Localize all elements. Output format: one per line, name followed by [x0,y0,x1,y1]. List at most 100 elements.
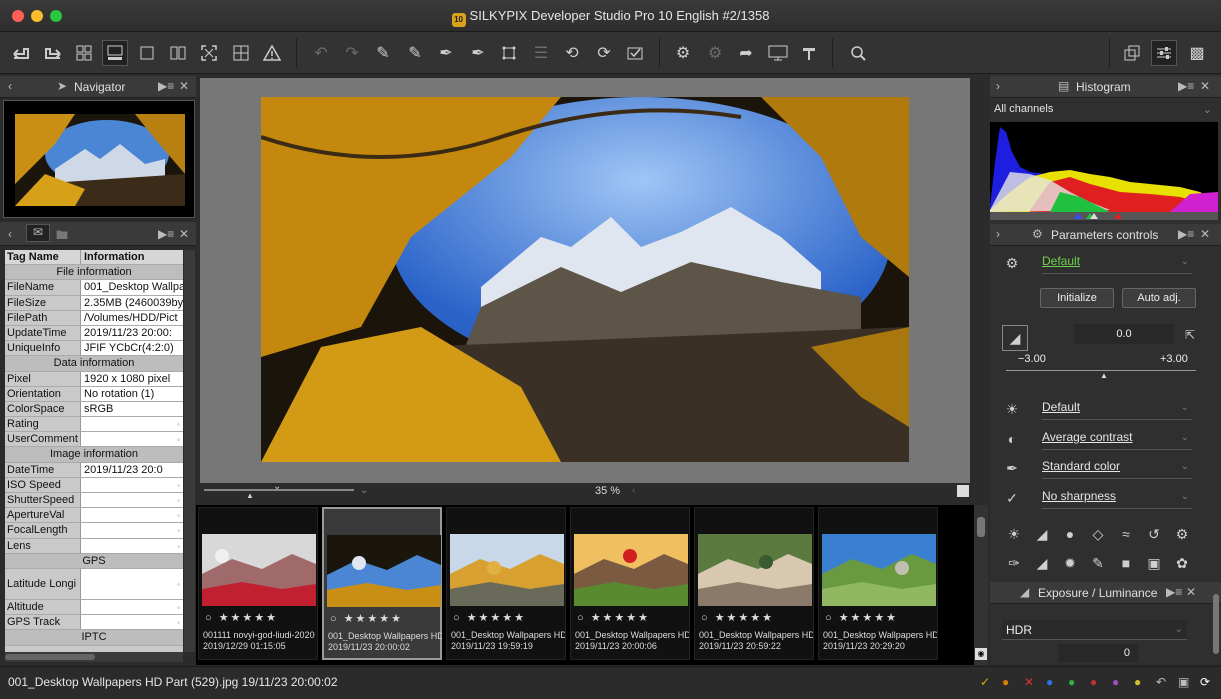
panel-close-icon[interactable]: ✕ [179,79,189,93]
exposure-value-field[interactable]: 0.0 [1074,324,1174,344]
filmstrip-option-icon[interactable]: ◉ [975,648,987,660]
eraser-icon[interactable]: ✒ [465,40,491,66]
rating-stars[interactable]: ○ ★★★★★ [825,611,898,624]
sync-icon[interactable]: ⟳ [1200,675,1210,689]
rating-stars[interactable]: ○ ★★★★★ [330,612,403,625]
filmstrip-thumbnail[interactable]: ○ ★★★★★ 001_Desktop Wallpapers HD P 2019/1… [694,507,814,660]
noise-icon[interactable]: ≈ [1116,524,1136,544]
exif-row[interactable]: FilePath/Volumes/HDD/Pict [5,310,183,326]
redo-icon[interactable]: ↷ [339,40,365,66]
exif-row[interactable]: Altitude ◦ [5,599,183,616]
search-image-icon[interactable] [845,40,871,66]
exif-row[interactable]: ColorSpace sRGB [5,401,183,418]
exif-row[interactable]: FileSize 2.35MB (2460039by [5,295,183,311]
sun-icon[interactable]: ☀ [1002,399,1022,419]
sliders-icon[interactable] [1151,40,1177,66]
exif-section-header[interactable]: Data information [5,356,183,372]
exif-row[interactable]: Orientation No rotation (1) [5,386,183,402]
edit-field-icon[interactable]: ◦ [177,615,180,629]
stamp-icon[interactable]: ▩ [1184,40,1210,66]
panel-menu-icon[interactable]: ▶≡ [158,79,174,93]
panel-menu-icon[interactable]: ▶≡ [158,227,174,241]
edit-field-icon[interactable]: ◦ [177,417,180,431]
exif-row[interactable]: Latitude Longi ◦ [5,568,183,600]
exif-row[interactable]: Lens ◦ [5,538,183,554]
exif-row[interactable]: DateTime 2019/11/23 20:0 [5,462,183,478]
fish-eye-icon[interactable]: ✹ [1060,553,1080,573]
exposure-icon[interactable]: ◢ [1002,325,1028,351]
rotate-right-icon[interactable]: ⟳ [591,40,617,66]
exif-section-header[interactable]: GPS [5,553,183,569]
fullscreen-icon[interactable] [196,40,222,66]
exif-row[interactable]: FileName 001_Desktop Wallpa [5,280,183,296]
filmstrip-scrollbar[interactable]: ◉ [974,505,988,665]
batch-develop-icon[interactable]: ⚙ [702,40,728,66]
hdr-select[interactable]: HDR ⌄ [1002,620,1187,640]
color-dropper-icon[interactable]: ✒ [1002,458,1022,478]
sharpness-select[interactable]: No sharpness ⌄ [1042,489,1192,509]
check-icon[interactable] [622,40,648,66]
green-label-icon[interactable]: ● [1068,675,1075,689]
white-balance-select[interactable]: Default ⌄ [1042,400,1192,420]
undo-icon[interactable]: ↶ [308,40,334,66]
back-arrow-icon[interactable] [8,40,34,66]
blue-label-icon[interactable]: ● [1046,675,1053,689]
pen-icon[interactable]: ✎ [1088,553,1108,573]
gear-tool-icon[interactable]: ⚙ [1172,524,1192,544]
wb-tool-icon[interactable]: ☀ [1004,524,1024,544]
exif-row[interactable]: UserComment ◦ [5,432,183,448]
exif-section-header[interactable]: IPTC [5,630,183,646]
zoom-dropdown-icon[interactable]: ⌄ [360,485,368,496]
color-select[interactable]: Standard color ⌄ [1042,459,1192,479]
panel-menu-icon[interactable]: ▶≡ [1166,585,1182,599]
rating-stars[interactable]: ○ ★★★★★ [701,611,774,624]
exif-tab-icon[interactable]: ✉ [26,224,50,242]
paste-params-icon[interactable]: ✎ [402,40,428,66]
exposure-auto-icon[interactable]: ⇱ [1180,325,1200,345]
filmstrip-thumbnail[interactable]: ○ ★★★★★ 001_Desktop Wallpapers HD P 2019/1… [818,507,938,660]
layers-icon[interactable]: ☰ [528,40,554,66]
exif-row[interactable]: GPS Track ◦ [5,615,183,631]
filmstrip-thumbnail[interactable]: ○ ★★★★★ 001_Desktop Wallpapers HD 2019/11/… [322,507,442,660]
image-preview-area[interactable] [200,78,970,483]
warning-icon[interactable] [259,40,285,66]
edit-field-icon[interactable]: ◦ [177,478,180,492]
compare-view-icon[interactable] [165,40,191,66]
exif-section-header[interactable]: File information [5,265,183,281]
panel-menu-icon[interactable]: ▶≡ [1178,79,1194,93]
grid-view-icon[interactable] [71,40,97,66]
collapse-right-icon[interactable]: › [996,227,1000,241]
col-tag-name[interactable]: Tag Name [5,250,81,265]
filmstrip-view-icon[interactable] [102,40,128,66]
sphere-icon[interactable]: ● [1060,524,1080,544]
window-icon[interactable] [1119,40,1145,66]
crop-tool-icon[interactable]: ▣ [1144,553,1164,573]
panel-close-icon[interactable]: ✕ [1200,227,1210,241]
rotate-left-icon[interactable]: ⟲ [559,40,585,66]
spot-icon[interactable]: ✿ [1172,553,1192,573]
dodge-icon[interactable]: ■ [1116,553,1136,573]
edit-field-icon[interactable]: ◦ [177,432,180,446]
red-label-icon[interactable]: ● [1090,675,1097,689]
collapse-left-icon[interactable]: ‹ [8,79,12,93]
panel-close-icon[interactable]: ✕ [1186,585,1196,599]
tag-icon[interactable]: ● [1002,675,1009,689]
info-hscrollbar[interactable] [5,652,183,662]
panel-menu-icon[interactable]: ▶≡ [1178,227,1194,241]
exposure-slider-thumb[interactable]: ▲ [1100,371,1108,380]
edit-field-icon[interactable]: ◦ [177,569,180,599]
display-icon[interactable] [765,40,791,66]
tone-curve-icon[interactable]: ◢ [1032,524,1052,544]
panel-close-icon[interactable]: ✕ [1200,79,1210,93]
histogram-channel-select[interactable]: All channels ⌄ [994,103,1214,120]
zoom-level[interactable]: 35 % [595,485,620,497]
forward-arrow-icon[interactable] [40,40,66,66]
fit-view-icon[interactable] [957,485,969,497]
filmstrip-thumbnail[interactable]: ○ ★★★★★ 001_Desktop Wallpapers HD P 2019/1… [570,507,690,660]
contrast-icon[interactable]: ◐ [1002,429,1022,449]
hammer-icon[interactable] [796,40,822,66]
edit-field-icon[interactable]: ◦ [177,523,180,537]
dropper-tool-icon[interactable]: ✑ [1004,553,1024,573]
ok-check-icon[interactable]: ✓ [980,675,990,689]
navigator-preview[interactable] [3,100,195,218]
